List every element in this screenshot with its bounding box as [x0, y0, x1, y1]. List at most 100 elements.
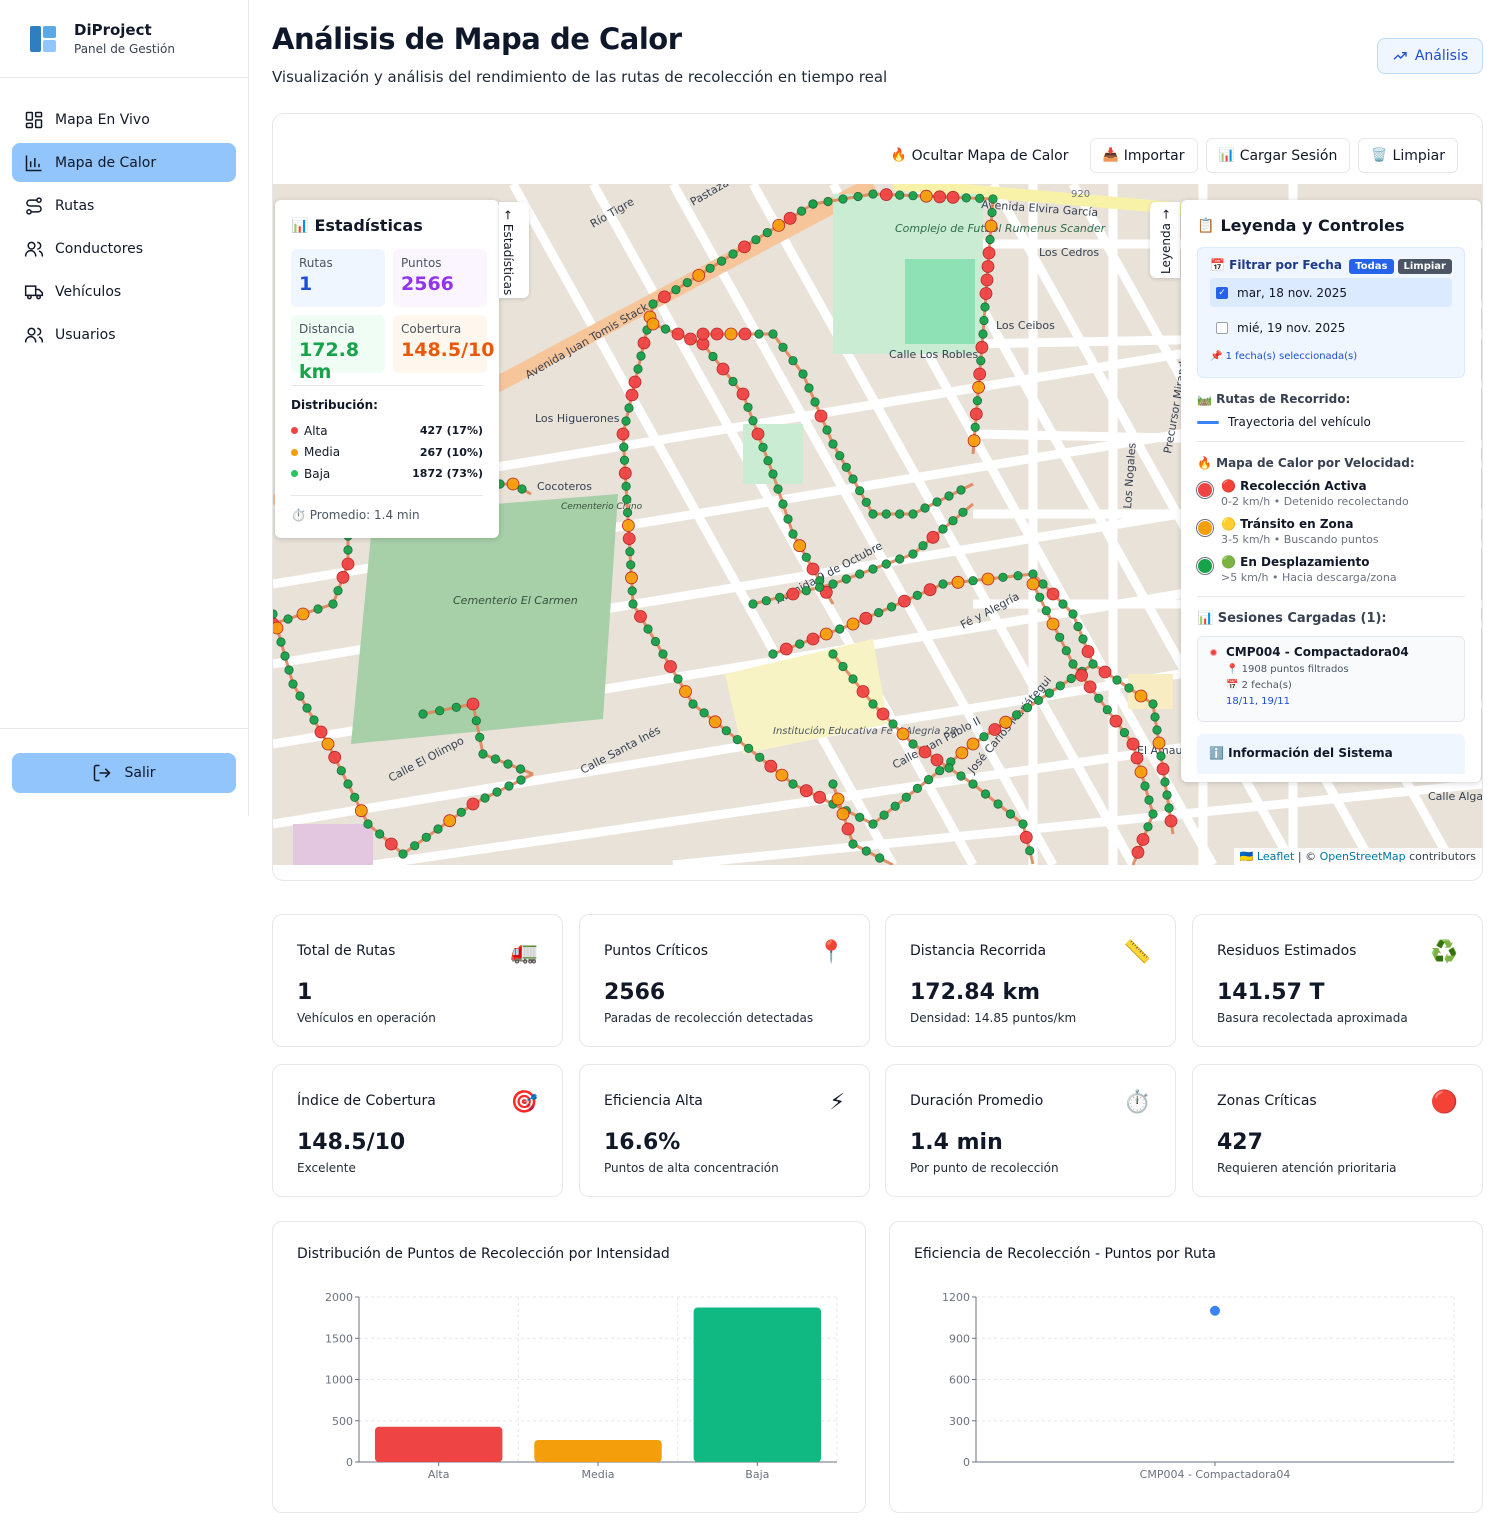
heat-point	[637, 336, 651, 350]
heat-point	[868, 819, 878, 829]
heat-point	[836, 807, 850, 821]
heat-point	[938, 524, 948, 534]
heat-point	[1134, 765, 1148, 779]
selected-dates-text: 1 fecha(s) seleccionada(s)	[1225, 351, 1358, 362]
heat-point	[1109, 714, 1123, 728]
stat-label: Puntos	[401, 256, 442, 270]
heat-point	[855, 486, 865, 496]
heat-point	[1044, 688, 1055, 698]
heat-point	[684, 332, 697, 346]
heat-point	[993, 799, 1003, 809]
sidebar-item-mapa-en-vivo[interactable]: Mapa En Vivo	[12, 100, 236, 139]
heat-legend-title: 🔥 Mapa de Calor por Velocidad:	[1197, 456, 1465, 470]
heat-point	[896, 727, 910, 741]
sidebar: DiProject Panel de Gestión Mapa En Vivo …	[0, 0, 249, 816]
heat-point	[1073, 621, 1083, 632]
heat-point	[634, 610, 647, 623]
heat-point	[754, 329, 764, 339]
y-tick-label: 300	[949, 1415, 970, 1428]
heat-point	[471, 716, 481, 726]
logo-icon	[30, 25, 56, 52]
heat-point	[981, 260, 995, 273]
heat-point	[895, 190, 905, 200]
date-option[interactable]: ✓ mar, 18 nov. 2025	[1210, 278, 1452, 307]
load-session-button[interactable]: 📊 Cargar Sesión	[1205, 138, 1351, 173]
chart-icon: 📊	[1197, 611, 1218, 626]
label-cedros: Los Cedros	[1039, 246, 1099, 259]
heat-point	[625, 547, 635, 557]
bar-baja[interactable]	[693, 1307, 822, 1462]
checkbox-checked-icon[interactable]: ✓	[1216, 286, 1228, 299]
select-all-button[interactable]: Todas	[1349, 259, 1394, 274]
heat-point	[841, 574, 851, 584]
heat-point	[466, 697, 480, 711]
sidebar-item-conductores[interactable]: Conductores	[12, 229, 236, 268]
green-dot-icon	[291, 470, 298, 478]
heat-point	[1134, 689, 1148, 703]
legend-collapse-tab[interactable]: Leyenda →	[1150, 202, 1180, 278]
football-field	[905, 259, 975, 344]
checkbox-icon[interactable]	[1216, 321, 1228, 334]
heat-point	[966, 737, 980, 751]
sidebar-item-rutas[interactable]: Rutas	[12, 186, 236, 225]
heatmap-map[interactable]: Complejo de Futbol Rumenus Scander Cemen…	[273, 184, 1482, 865]
target-icon: 🎯	[510, 1090, 538, 1115]
leaflet-link[interactable]: Leaflet	[1257, 850, 1294, 863]
stats-collapse-tab[interactable]: ← Estadísticas	[499, 202, 529, 298]
heat-legend-item-transit: 🟡 Tránsito en Zona 3-5 km/h • Buscando pu…	[1197, 517, 1465, 546]
heat-point	[779, 642, 793, 656]
heat-point	[492, 787, 502, 797]
heat-point	[622, 532, 636, 546]
bar-alta[interactable]	[374, 1426, 503, 1462]
kpi-label: Total de Rutas	[297, 943, 396, 959]
scatter-point[interactable]	[1210, 1305, 1220, 1316]
heat-point	[958, 507, 968, 517]
sidebar-item-vehiculos[interactable]: Vehículos	[12, 272, 236, 311]
heat-point	[881, 559, 891, 569]
heat-point	[504, 781, 514, 791]
clear-dates-button[interactable]: Limpiar	[1397, 259, 1452, 274]
heat-point	[284, 665, 294, 675]
date-label: mié, 19 nov. 2025	[1237, 320, 1346, 335]
heat-point	[295, 691, 305, 701]
sidebar-item-mapa-de-calor[interactable]: Mapa de Calor	[12, 143, 236, 182]
yellow-dot-icon	[291, 448, 298, 456]
label-cementerio: Cementerio El Carmen	[453, 594, 578, 607]
label-algar: Calle Algar	[1428, 790, 1482, 803]
heat-point	[976, 356, 986, 366]
clear-button[interactable]: 🗑️ Limpiar	[1358, 138, 1458, 173]
heat-point	[768, 329, 778, 339]
heat-point	[1058, 599, 1068, 609]
heat-point	[506, 477, 520, 491]
heat-point	[848, 674, 858, 684]
kpi-value: 1.4 min	[910, 1130, 1003, 1155]
heat-point	[918, 541, 928, 551]
session-card[interactable]: CMP004 - Compactadora04 📍 1908 puntos fi…	[1197, 636, 1465, 722]
heat-point	[336, 766, 346, 776]
import-button[interactable]: 📥 Importar	[1089, 138, 1198, 173]
sidebar-item-usuarios[interactable]: Usuarios	[12, 315, 236, 354]
bar-media[interactable]	[534, 1439, 662, 1462]
toggle-heatmap-button[interactable]: 🔥 Ocultar Mapa de Calor	[877, 138, 1082, 173]
chart-title: Eficiencia de Recolección - Puntos por R…	[914, 1246, 1216, 1262]
heat-point	[619, 442, 629, 452]
y-tick-label: 2000	[325, 1291, 353, 1304]
kpi-value: 172.84 km	[910, 980, 1041, 1005]
heat-point	[673, 674, 683, 684]
heat-point	[1011, 710, 1022, 720]
y-tick-label: 0	[346, 1456, 353, 1469]
heat-point	[1068, 659, 1078, 669]
analysis-button[interactable]: Análisis	[1377, 38, 1483, 74]
heat-point	[944, 763, 954, 773]
heat-point	[375, 829, 385, 839]
kpi-duration: Duración Promedio ⏱️ 1.4 min Por punto de …	[885, 1064, 1176, 1197]
osm-link[interactable]: OpenStreetMap	[1320, 850, 1406, 863]
heat-point	[1022, 702, 1033, 713]
heat-point	[822, 425, 832, 435]
date-option[interactable]: mié, 19 nov. 2025	[1210, 313, 1452, 342]
trash-icon: 🗑️	[1371, 148, 1388, 163]
logout-button[interactable]: Salir	[12, 753, 236, 793]
heat-point	[628, 599, 638, 609]
y-tick-label: 1200	[942, 1291, 970, 1304]
heat-point	[987, 207, 997, 218]
